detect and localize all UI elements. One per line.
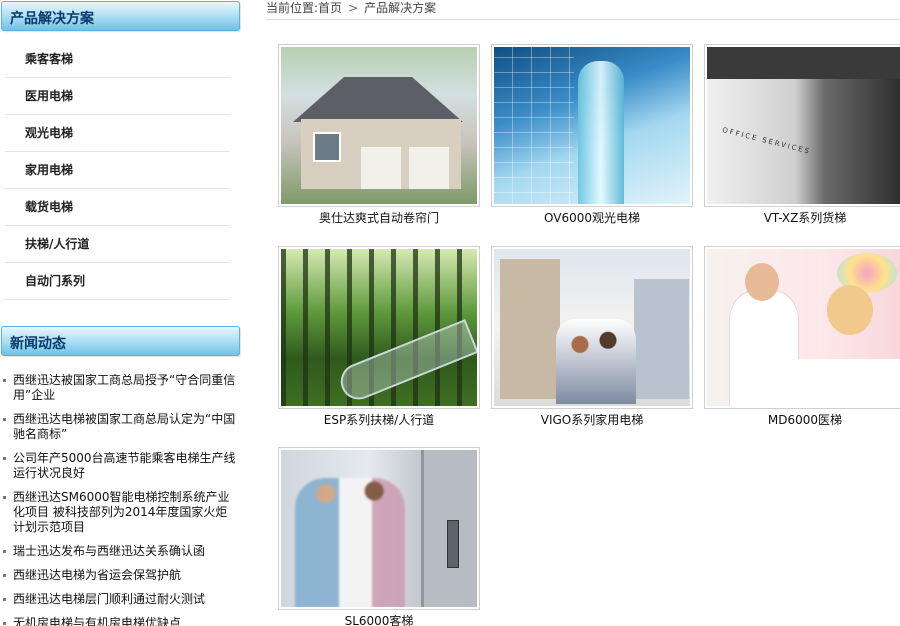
office-sign-text: OFFICE SERVICES: [721, 126, 812, 156]
breadcrumb-current: 产品解决方案: [364, 1, 437, 15]
bullet-icon: [3, 457, 6, 460]
news-item[interactable]: 公司年产5000台高速节能乘客电梯生产线运行状况良好: [0, 451, 242, 481]
news-item[interactable]: 西继迅达电梯为省运会保驾护航: [0, 568, 242, 583]
news-section-header: 新闻动态: [1, 326, 240, 356]
family-image: [494, 249, 690, 406]
breadcrumb-separator: >: [348, 1, 359, 15]
category-item-auto-door[interactable]: 自动门系列: [5, 263, 230, 300]
product-caption[interactable]: SL6000客梯: [278, 612, 480, 626]
category-item-home[interactable]: 家用电梯: [5, 152, 230, 189]
breadcrumb-home-link[interactable]: 首页: [318, 1, 342, 15]
office-interior-image: OFFICE SERVICES: [707, 47, 900, 204]
bullet-icon: [3, 379, 6, 382]
bullet-icon: [3, 574, 6, 577]
glass-elevator-image: [494, 47, 690, 204]
bullet-icon: [3, 622, 6, 625]
category-item-sightseeing[interactable]: 观光电梯: [5, 115, 230, 152]
news-list: 西继迅达被国家工商总局授予“守合同重信用”企业 西继迅达电梯被国家工商总局认定为…: [0, 373, 242, 626]
product-caption[interactable]: VIGO系列家用电梯: [491, 411, 693, 428]
product-thumbnail[interactable]: [278, 44, 480, 207]
product-thumbnail[interactable]: [278, 246, 480, 409]
bullet-icon: [3, 550, 6, 553]
product-card[interactable]: OV6000观光电梯: [491, 44, 693, 226]
bullet-icon: [3, 496, 6, 499]
news-item[interactable]: 西继迅达被国家工商总局授予“守合同重信用”企业: [0, 373, 242, 403]
product-card[interactable]: ESP系列扶梯/人行道: [278, 246, 480, 428]
product-card[interactable]: OFFICE SERVICES VT-XZ系列货梯: [704, 44, 900, 226]
breadcrumb: 当前位置:首页 > 产品解决方案: [266, 0, 900, 20]
product-caption[interactable]: OV6000观光电梯: [491, 209, 693, 226]
sidebar: 产品解决方案 乘客客梯 医用电梯 观光电梯 家用电梯 载货电梯 扶梯/人行道 自…: [0, 0, 242, 626]
house-garage-image: [281, 47, 477, 204]
product-caption[interactable]: ESP系列扶梯/人行道: [278, 411, 480, 428]
forest-escalator-image: [281, 249, 477, 406]
product-thumbnail[interactable]: [491, 246, 693, 409]
product-card[interactable]: MD6000医梯: [704, 246, 900, 428]
bullet-icon: [3, 598, 6, 601]
news-item[interactable]: 西继迅达电梯层门顺利通过耐火测试: [0, 592, 242, 607]
elevator-family-image: [281, 450, 477, 607]
breadcrumb-prefix: 当前位置:: [266, 1, 319, 15]
category-item-freight[interactable]: 载货电梯: [5, 189, 230, 226]
news-item[interactable]: 西继迅达SM6000智能电梯控制系统产业化项目 被科技部列为2014年度国家火炬…: [0, 490, 242, 535]
news-item[interactable]: 西继迅达电梯被国家工商总局认定为“中国驰名商标”: [0, 412, 242, 442]
category-list: 乘客客梯 医用电梯 观光电梯 家用电梯 载货电梯 扶梯/人行道 自动门系列: [0, 41, 232, 300]
product-caption[interactable]: VT-XZ系列货梯: [704, 209, 900, 226]
product-thumbnail[interactable]: [704, 246, 900, 409]
main-content: 当前位置:首页 > 产品解决方案 奥仕达爽式自动卷帘门 OV6000观光电梯 OFF…: [262, 0, 900, 626]
product-thumbnail[interactable]: [278, 447, 480, 610]
hospital-image: [707, 249, 900, 406]
product-thumbnail[interactable]: OFFICE SERVICES: [704, 44, 900, 207]
products-section-header: 产品解决方案: [1, 1, 240, 31]
product-card[interactable]: 奥仕达爽式自动卷帘门: [278, 44, 480, 226]
category-item-medical[interactable]: 医用电梯: [5, 78, 230, 115]
product-card[interactable]: VIGO系列家用电梯: [491, 246, 693, 428]
products-section-title: 产品解决方案: [10, 11, 94, 27]
news-section-title: 新闻动态: [10, 336, 66, 352]
product-caption[interactable]: 奥仕达爽式自动卷帘门: [278, 209, 480, 226]
product-caption[interactable]: MD6000医梯: [704, 411, 900, 428]
news-item[interactable]: 瑞士迅达发布与西继迅达关系确认函: [0, 544, 242, 559]
product-card[interactable]: SL6000客梯: [278, 447, 480, 626]
news-item[interactable]: 无机房电梯与有机房电梯优缺点: [0, 616, 242, 626]
category-item-escalator[interactable]: 扶梯/人行道: [5, 226, 230, 263]
bullet-icon: [3, 418, 6, 421]
product-thumbnail[interactable]: [491, 44, 693, 207]
category-item-passenger[interactable]: 乘客客梯: [5, 41, 230, 78]
